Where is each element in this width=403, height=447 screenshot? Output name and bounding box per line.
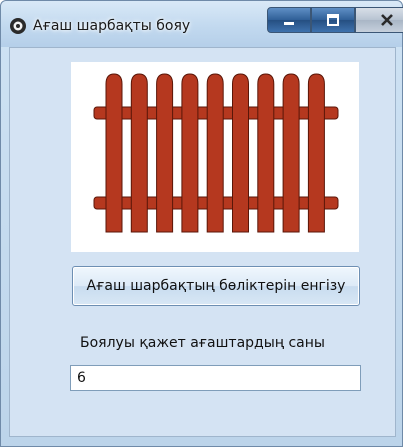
fence-picket xyxy=(206,73,224,233)
window-title: Ағаш шарбақты бояу xyxy=(33,18,191,34)
fence-picket xyxy=(156,73,174,233)
enter-fence-parts-button[interactable]: Ағаш шарбақтың бөліктерін енгізу xyxy=(72,266,360,306)
window-controls xyxy=(267,7,403,35)
fence-picket xyxy=(307,73,325,233)
fence-picket xyxy=(130,73,148,233)
paint-count-field[interactable] xyxy=(70,365,361,391)
paint-count-label: Боялуы қажет ағаштардың саны xyxy=(80,335,325,351)
fence-picket xyxy=(181,73,199,233)
fence-picket xyxy=(282,73,300,233)
fence-picket xyxy=(257,73,275,233)
fence-picket xyxy=(105,73,123,233)
title-bar[interactable]: Ағаш шарбақты бояу xyxy=(1,1,403,47)
fence-picket xyxy=(232,73,249,233)
minimize-icon xyxy=(284,22,294,25)
app-icon[interactable] xyxy=(9,17,27,35)
fence-image xyxy=(93,73,339,233)
fence-picture xyxy=(71,62,359,252)
close-icon xyxy=(381,14,393,26)
maximize-icon xyxy=(327,14,339,26)
minimize-button[interactable] xyxy=(267,7,311,33)
client-area: Ағаш шарбақтың бөліктерін енгізу Боялуы … xyxy=(9,47,396,437)
app-window: Ағаш шарбақты бояу Ағаш шарбақтың бөлікт… xyxy=(0,0,403,447)
maximize-button[interactable] xyxy=(311,7,355,33)
close-button[interactable] xyxy=(355,7,403,33)
